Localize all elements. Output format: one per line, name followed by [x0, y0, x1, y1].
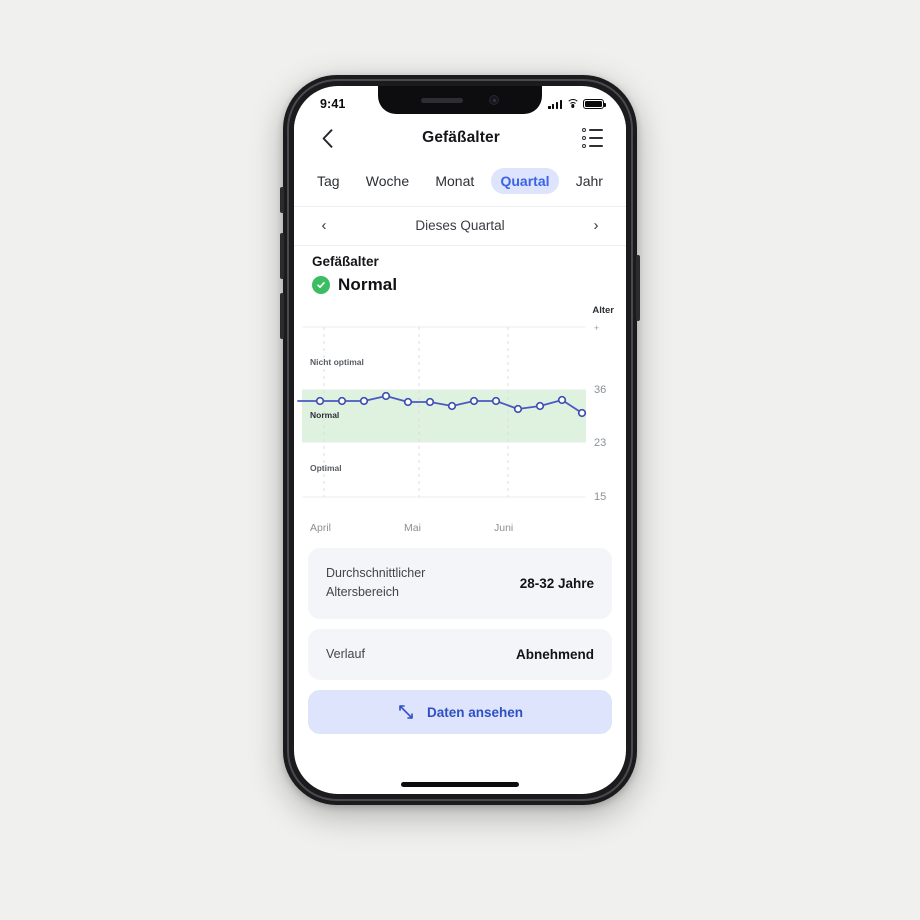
card-value: Abnehmend — [515, 646, 594, 662]
expand-diagonal-icon — [399, 705, 413, 719]
period-label: Dieses Quartal — [415, 218, 505, 233]
mute-switch[interactable] — [280, 187, 284, 213]
tab-woche[interactable]: Woche — [357, 168, 418, 194]
nav-bar: Gefäßalter — [294, 116, 626, 160]
chart-canvas: Nicht optimal Normal Optimal + 36 23 15 — [297, 323, 606, 503]
tab-monat[interactable]: Monat — [426, 168, 483, 194]
chart-band-label-nicht-optimal: Nicht optimal — [310, 357, 364, 367]
card-label: Durchschnittlicher Altersbereich — [326, 566, 426, 600]
volume-down-button[interactable] — [280, 293, 284, 339]
chart-point — [381, 391, 391, 401]
chart-point — [513, 404, 523, 414]
card-trend: Verlauf Abnehmend — [308, 628, 612, 681]
chevron-left-icon — [322, 128, 332, 148]
tab-jahr[interactable]: Jahr — [567, 168, 612, 194]
view-data-button[interactable]: Daten ansehen — [308, 690, 612, 735]
page-title: Gefäßalter — [422, 129, 500, 146]
chart-point — [403, 397, 413, 407]
chart-point — [447, 401, 457, 411]
status-summary: Gefäßalter Normal — [294, 246, 626, 297]
chart-ytick-36: 36 — [594, 384, 606, 396]
chart-point — [359, 396, 369, 406]
card-label: Verlauf — [326, 646, 365, 661]
period-tabs: Tag Woche Monat Quartal Jahr — [294, 160, 626, 206]
chart-point — [315, 396, 325, 406]
card-value: 28-32 Jahre — [519, 575, 594, 591]
tab-quartal[interactable]: Quartal — [491, 168, 559, 194]
status-badge: Normal — [338, 275, 398, 294]
tab-tag[interactable]: Tag — [308, 168, 349, 194]
wifi-icon — [566, 99, 579, 109]
power-button[interactable] — [636, 255, 640, 321]
battery-full-icon — [583, 98, 607, 110]
status-time: 9:41 — [320, 97, 346, 111]
chart-point — [425, 397, 435, 407]
previous-period-button[interactable]: ‹ — [316, 218, 332, 233]
status-bar: 9:41 — [294, 86, 626, 116]
chart-band-label-normal: Normal — [310, 410, 339, 420]
phone-device: 9:41 Gefäßalter Tag Woche Monat Quartal … — [280, 75, 640, 805]
screenshot-canvas: 9:41 Gefäßalter Tag Woche Monat Quartal … — [0, 0, 920, 920]
chart-xtick-mai: Mai — [404, 522, 421, 534]
home-indicator[interactable] — [401, 782, 519, 787]
chart-point — [557, 395, 567, 405]
period-selector: ‹ Dieses Quartal › — [294, 207, 626, 245]
phone-screen: 9:41 Gefäßalter Tag Woche Monat Quartal … — [294, 86, 626, 794]
chart-point — [469, 396, 479, 406]
check-circle-icon — [312, 276, 330, 294]
status-value-row: Normal — [312, 275, 608, 295]
chart-xtick-juni: Juni — [494, 522, 514, 534]
chart-ytick-23: 23 — [594, 437, 606, 449]
status-indicators — [548, 98, 607, 110]
status-metric-name: Gefäßalter — [312, 254, 379, 269]
back-button[interactable] — [314, 125, 340, 151]
chart-xtick-april: April — [310, 522, 332, 534]
card-average-age-range: Durchschnittlicher Altersbereich 28-32 J… — [308, 548, 612, 619]
cellular-bars-icon — [548, 99, 562, 109]
chart-point — [491, 396, 501, 406]
next-period-button[interactable]: › — [588, 218, 604, 233]
volume-up-button[interactable] — [280, 233, 284, 279]
chart-point — [337, 396, 347, 406]
chart-y-axis-title: Alter — [592, 305, 614, 316]
chart-ytick-plus: + — [594, 323, 599, 333]
view-data-label: Daten ansehen — [426, 704, 524, 720]
info-cards: Durchschnittlicher Altersbereich 28-32 J… — [294, 542, 626, 681]
chart-point — [535, 401, 545, 411]
chart-x-axis: April Mai Juni — [294, 520, 626, 542]
list-bullet-icon[interactable] — [581, 127, 606, 149]
chart-band-label-optimal: Optimal — [310, 463, 342, 473]
chart-point — [577, 408, 587, 418]
vascular-age-chart: Alter Nicht optimal Normal Optimal + 36 … — [294, 305, 626, 542]
chart-ytick-15: 15 — [594, 491, 606, 503]
